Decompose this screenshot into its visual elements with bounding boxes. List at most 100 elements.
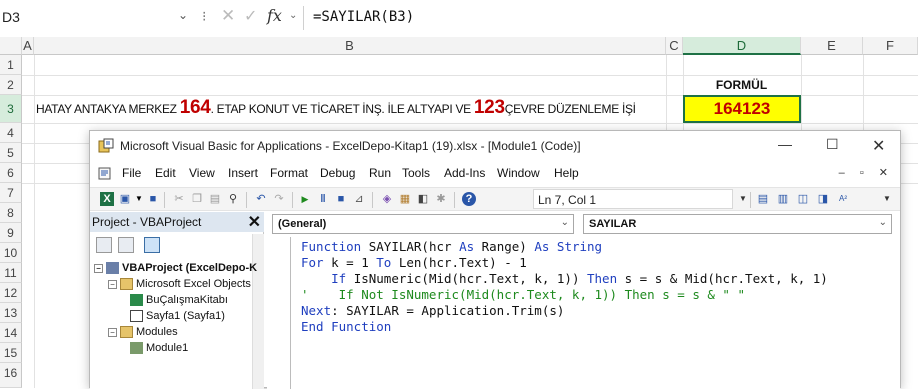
cell-b3[interactable]: HATAY ANTAKYA MERKEZ 164. ETAP KONUT VE … [36,97,636,119]
tree-node-module1[interactable]: Module1 [130,342,188,355]
row-header[interactable]: 7 [0,183,22,203]
undo-icon[interactable]: ↶ [254,192,268,206]
view-code-icon[interactable] [96,237,112,253]
project-explorer-title: Project - VBAProject [90,212,264,232]
chevron-down-icon[interactable]: ▼ [132,192,146,206]
row-header[interactable]: 15 [0,343,22,363]
toggle-folders-icon[interactable] [144,237,160,253]
parameter-info-icon[interactable]: ◨ [816,192,830,206]
tree-node-workbook[interactable]: BuÇalışmaKitabı [130,294,228,307]
row-header[interactable]: 5 [0,143,22,163]
insert-function-icon[interactable]: fx [267,6,282,25]
chevron-down-icon[interactable]: ⌄ [178,8,188,22]
quick-info-icon[interactable]: ◫ [796,192,810,206]
properties-icon[interactable]: ▦ [398,192,412,206]
menu-tools[interactable]: Tools [402,166,430,180]
column-header-a[interactable]: A [22,37,34,55]
row-header[interactable]: 16 [0,363,22,388]
chevron-down-icon[interactable]: ⌄ [561,217,569,228]
code-margin[interactable] [267,237,291,389]
code-editor[interactable]: Function SAYILAR(hcr As Range) As String… [301,239,828,335]
collapse-icon[interactable]: − [108,279,117,289]
toolbar-overflow-icon[interactable]: ▼ [736,192,750,206]
break-icon[interactable]: ‖ [316,192,330,206]
tree-node-sheet[interactable]: Sayfa1 (Sayfa1) [130,310,225,323]
chevron-down-icon[interactable]: ⌄ [289,10,297,21]
tree-node-vbaproject[interactable]: − VBAProject (ExcelDepo-K [94,262,257,275]
menu-format[interactable]: Format [270,166,308,180]
column-header-f[interactable]: F [863,37,918,55]
menu-help[interactable]: Help [554,166,579,180]
maximize-icon[interactable]: ☐ [826,136,839,153]
list-constants-icon[interactable]: ▥ [776,192,790,206]
select-all-corner[interactable] [0,37,22,55]
row-header[interactable]: 4 [0,123,22,143]
design-mode-icon[interactable]: ⊿ [352,192,366,206]
collapse-icon[interactable]: − [108,327,117,337]
menu-run[interactable]: Run [369,166,391,180]
menu-edit[interactable]: Edit [155,166,176,180]
menu-file[interactable]: File [122,166,141,180]
excel-view-icon[interactable]: X [100,192,114,206]
menu-debug[interactable]: Debug [320,166,355,180]
column-header-c[interactable]: C [666,37,683,55]
save-icon[interactable]: ■ [146,192,160,206]
close-icon[interactable]: ✕ [872,136,885,156]
formula-input[interactable]: =SAYILAR(B3) [313,9,414,25]
code-line-4: ' If Not IsNumeric(Mid(hcr.Text, k, 1)) … [301,287,746,302]
reset-icon[interactable]: ■ [334,192,348,206]
object-browser-icon[interactable]: ◧ [416,192,430,206]
collapse-icon[interactable]: − [94,263,103,273]
mdi-window-buttons[interactable]: – ▫ ✕ [839,166,894,179]
cut-icon[interactable]: ✂ [172,192,186,206]
tree-node-modules[interactable]: − Modules [108,326,178,339]
cell-d2[interactable]: FORMÜL [683,75,800,95]
project-explorer-icon[interactable]: ◈ [380,192,394,206]
vba-doc-icon[interactable] [98,166,112,180]
list-properties-icon[interactable]: ▤ [756,192,770,206]
column-header-b[interactable]: B [34,37,666,55]
complete-word-icon[interactable]: A² [836,192,850,206]
help-icon[interactable]: ? [462,192,476,206]
row-header[interactable]: 14 [0,323,22,343]
minimize-icon[interactable]: — [778,136,792,152]
name-box[interactable]: D3 [0,6,196,30]
row-header[interactable]: 6 [0,163,22,183]
object-dropdown[interactable]: (General) ⌄ [272,214,574,234]
redo-icon[interactable]: ↷ [272,192,286,206]
run-icon[interactable]: ▶ [298,192,312,206]
menu-insert[interactable]: Insert [228,166,258,180]
cancel-icon[interactable]: ✕ [221,6,235,26]
row-header[interactable]: 8 [0,203,22,223]
tree-node-excel-objects[interactable]: − Microsoft Excel Objects [108,278,251,291]
toolbox-icon[interactable]: ✱ [434,192,448,206]
vba-title-bar[interactable]: Microsoft Visual Basic for Applications … [90,131,900,161]
module-icon [130,342,143,355]
menu-window[interactable]: Window [497,166,540,180]
row-header[interactable]: 13 [0,303,22,323]
view-object-icon[interactable] [118,237,134,253]
row-header[interactable]: 1 [0,55,22,75]
cell-d3[interactable]: 164123 [683,95,801,123]
menu-view[interactable]: View [189,166,215,180]
copy-icon[interactable]: ❐ [190,192,204,206]
row-header[interactable]: 3 [0,95,22,123]
find-icon[interactable]: ⚲ [226,192,240,206]
close-icon[interactable]: ✕ [248,212,261,232]
paste-icon[interactable]: ▤ [208,192,222,206]
row-header[interactable]: 9 [0,223,22,243]
row-header[interactable]: 2 [0,75,22,95]
menu-add-ins[interactable]: Add-Ins [444,166,485,180]
row-header[interactable]: 11 [0,263,22,283]
row-header[interactable]: 12 [0,283,22,303]
column-header-e[interactable]: E [801,37,863,55]
row-header[interactable]: 10 [0,243,22,263]
insert-module-icon[interactable]: ▣ [118,192,132,206]
project-explorer-scrollbar[interactable] [252,234,264,389]
chevron-down-icon[interactable]: ⌄ [879,217,887,228]
procedure-dropdown[interactable]: SAYILAR ⌄ [583,214,892,234]
enter-check-icon[interactable]: ✓ [244,6,257,26]
column-header-d[interactable]: D [683,37,801,55]
toolbar-overflow-icon[interactable]: ▼ [880,192,894,206]
drag-handle-icon[interactable]: ⁝ [202,8,206,25]
